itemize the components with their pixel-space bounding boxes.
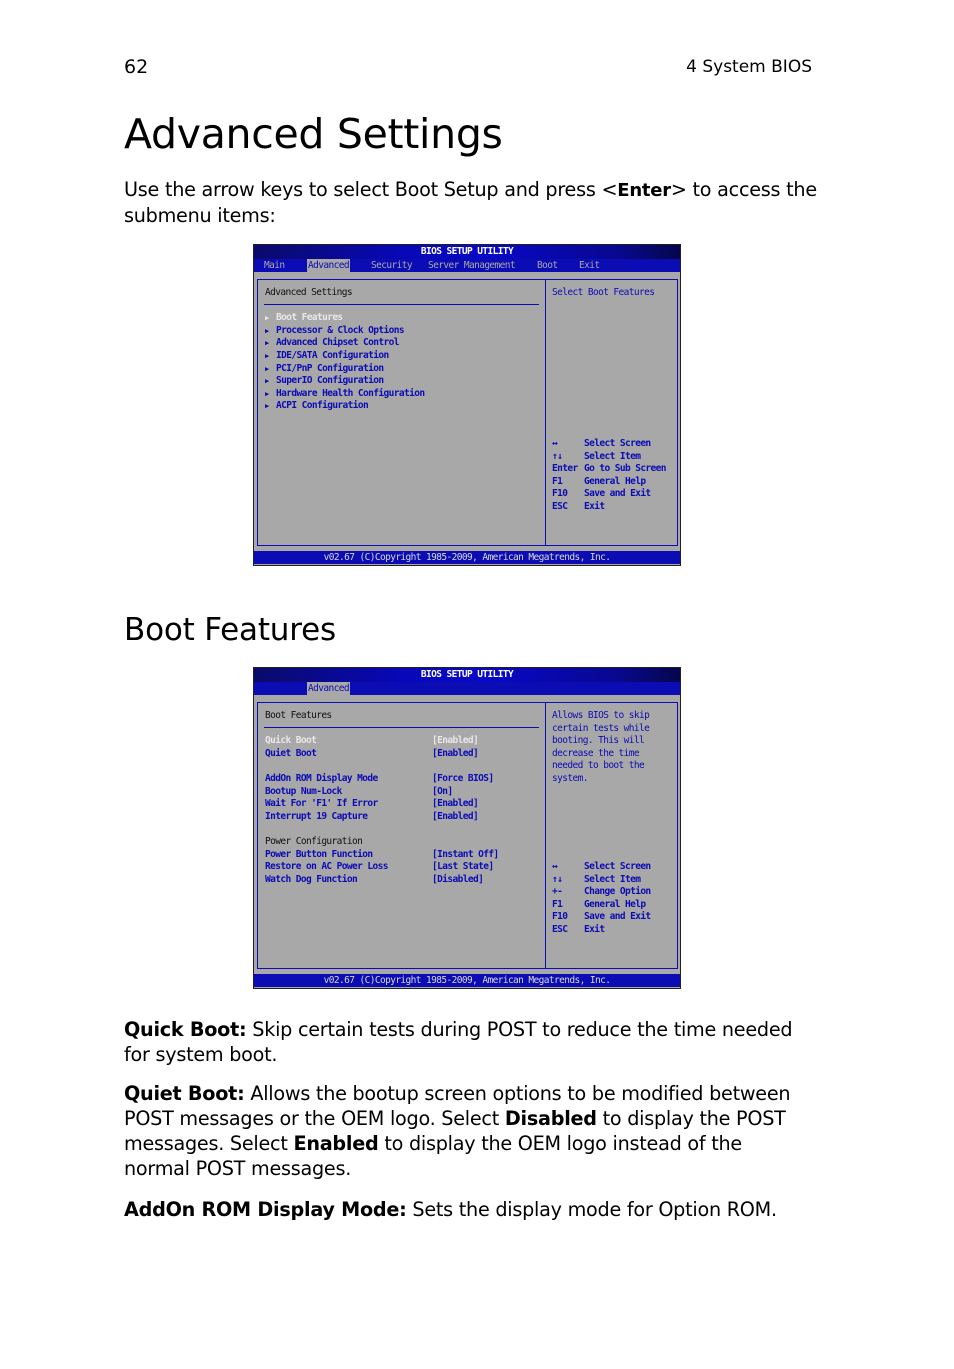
key-legend-row: F1 General Help (552, 476, 646, 487)
key-legend-row: ↔ Select Screen (552, 438, 651, 449)
submenu-arrow-icon: ▶ (265, 377, 269, 385)
term-addon-rom: AddOn ROM Display Mode: (124, 1198, 407, 1221)
submenu-arrow-icon: ▶ (265, 327, 269, 335)
bios-help-text: Select Boot Features (552, 287, 655, 298)
submenu-arrow-icon: ▶ (265, 365, 269, 373)
left-right-arrow-icon: ↔ (552, 861, 558, 872)
bios-submenu-pci-pnp[interactable]: ▶ PCI/PnP Configuration (265, 363, 384, 374)
bios-value-watch-dog[interactable]: [Disabled] (432, 874, 484, 885)
bios-value-addon-rom[interactable]: [Force BIOS] (432, 773, 494, 784)
bios-copyright-footer: v02.67 (C)Copyright 1985-2009, American … (254, 974, 680, 987)
bios-menu-server-management[interactable]: Server Management (428, 259, 516, 272)
bios-screenshot-advanced: BIOS SETUP UTILITY Main Advanced Securit… (253, 244, 681, 566)
bios-setting-num-lock[interactable]: Bootup Num-Lock (265, 786, 342, 797)
term-quick-boot: Quick Boot: (124, 1018, 247, 1041)
bios-help-line: booting. This will (552, 735, 645, 746)
submenu-arrow-icon: ▶ (265, 339, 269, 347)
bios-help-line: system. (552, 773, 588, 784)
description-quick-boot: Quick Boot: Skip certain tests during PO… (124, 1018, 793, 1066)
key-legend-row: F10 Save and Exit (552, 488, 651, 499)
key-legend-row: F10 Save and Exit (552, 911, 651, 922)
intro-text-pre: Use the arrow keys to select Boot Setup … (124, 178, 618, 201)
bios-help-panel: Select Boot Features ↔ Select Screen ↑↓ Se… (545, 279, 678, 546)
bios-help-line: decrease the time (552, 748, 640, 759)
bios-menubar: Main Advanced Security Server Management… (254, 259, 680, 272)
plus-minus-icon: +- (552, 886, 563, 897)
key-legend-row: ↑↓ Select Item (552, 451, 641, 462)
key-legend-row: F1 General Help (552, 899, 646, 910)
up-down-arrow-icon: ↑↓ (552, 874, 563, 885)
chapter-header: 4 System BIOS (686, 57, 812, 77)
bios-value-wait-f1[interactable]: [Enabled] (432, 798, 479, 809)
bios-setting-quiet-boot[interactable]: Quiet Boot (265, 748, 317, 759)
bios-setting-power-button[interactable]: Power Button Function (265, 849, 373, 860)
term-disabled: Disabled (504, 1107, 597, 1130)
bios-setting-interrupt-19[interactable]: Interrupt 19 Capture (265, 811, 368, 822)
bios-submenu-boot-features[interactable]: ▶ Boot Features (265, 312, 343, 323)
bios-heading-divider (264, 304, 539, 305)
section-title-boot-features: Boot Features (124, 612, 336, 648)
bios-value-quiet-boot[interactable]: [Enabled] (432, 748, 479, 759)
bios-setting-watch-dog[interactable]: Watch Dog Function (265, 874, 358, 885)
bios-value-restore-ac[interactable]: [Last State] (432, 861, 494, 872)
bios-help-line: certain tests while (552, 723, 650, 734)
bios-submenu-superio[interactable]: ▶ SuperIO Configuration (265, 375, 384, 386)
bios-value-num-lock[interactable]: [On] (432, 786, 453, 797)
key-legend-row: ↔ Select Screen (552, 861, 651, 872)
bios-power-config-heading: Power Configuration (265, 836, 363, 847)
bios-submenu-acpi[interactable]: ▶ ACPI Configuration (265, 400, 369, 411)
up-down-arrow-icon: ↑↓ (552, 451, 563, 462)
bios-panel-heading: Advanced Settings (265, 287, 353, 298)
bios-value-quick-boot[interactable]: [Enabled] (432, 735, 479, 746)
key-legend-row: ESC Exit (552, 924, 605, 935)
intro-key: Enter (617, 180, 671, 201)
bios-submenu-processor-clock[interactable]: ▶ Processor & Clock Options (265, 325, 405, 336)
bios-main-panel: Boot Features Quick Boot [Enabled] Quiet… (257, 702, 545, 969)
bios-help-panel: Allows BIOS to skip certain tests while … (545, 702, 678, 969)
description-addon-rom: AddOn ROM Display Mode: Sets the display… (124, 1198, 777, 1221)
bios-heading-divider (264, 727, 539, 728)
bios-main-panel: Advanced Settings ▶ Boot Features ▶ Proces… (257, 279, 545, 546)
bios-menu-advanced[interactable]: Advanced (307, 682, 350, 695)
term-quiet-boot: Quiet Boot: (124, 1082, 245, 1105)
bios-submenu-hardware-health[interactable]: ▶ Hardware Health Configuration (265, 388, 425, 399)
bios-title-bar: BIOS SETUP UTILITY (254, 668, 680, 682)
key-legend-row: Enter Go to Sub Screen (552, 463, 667, 474)
key-legend-row: +- Change Option (552, 886, 651, 897)
bios-help-line: Allows BIOS to skip (552, 710, 650, 721)
bios-value-interrupt-19[interactable]: [Enabled] (432, 811, 479, 822)
page-title: Advanced Settings (124, 110, 503, 158)
bios-menu-security[interactable]: Security (371, 259, 413, 272)
page-number: 62 (124, 56, 149, 78)
bios-submenu-chipset[interactable]: ▶ Advanced Chipset Control (265, 337, 399, 348)
submenu-arrow-icon: ▶ (265, 390, 269, 398)
bios-title-bar: BIOS SETUP UTILITY (254, 245, 680, 259)
bios-menu-exit[interactable]: Exit (579, 259, 600, 272)
bios-menu-main[interactable]: Main (264, 259, 285, 272)
intro-paragraph: Use the arrow keys to select Boot Setup … (124, 177, 824, 228)
bios-panel-heading: Boot Features (265, 710, 332, 721)
description-quiet-boot: Quiet Boot: Allows the bootup screen opt… (124, 1082, 791, 1180)
intro-text-line2: submenu items: (124, 204, 276, 227)
term-enabled: Enabled (293, 1132, 379, 1155)
bios-setting-quick-boot[interactable]: Quick Boot (265, 735, 317, 746)
left-right-arrow-icon: ↔ (552, 438, 558, 449)
key-legend-row: ESC Exit (552, 501, 605, 512)
bios-setting-wait-f1[interactable]: Wait For 'F1' If Error (265, 798, 378, 809)
submenu-arrow-icon: ▶ (265, 314, 269, 322)
bios-menu-boot[interactable]: Boot (537, 259, 558, 272)
key-legend-row: ↑↓ Select Item (552, 874, 641, 885)
intro-text-post: > to access the (670, 178, 817, 201)
submenu-arrow-icon: ▶ (265, 402, 269, 410)
bios-submenu-ide-sata[interactable]: ▶ IDE/SATA Configuration (265, 350, 389, 361)
submenu-arrow-icon: ▶ (265, 352, 269, 360)
bios-setting-restore-ac[interactable]: Restore on AC Power Loss (265, 861, 388, 872)
bios-value-power-button[interactable]: [Instant Off] (432, 849, 499, 860)
bios-copyright-footer: v02.67 (C)Copyright 1985-2009, American … (254, 551, 680, 564)
bios-setting-addon-rom[interactable]: AddOn ROM Display Mode (265, 773, 378, 784)
bios-menu-advanced[interactable]: Advanced (307, 259, 350, 272)
bios-help-line: needed to boot the (552, 760, 645, 771)
bios-screenshot-boot-features: BIOS SETUP UTILITY Advanced Boot Feature… (253, 667, 681, 989)
bios-menubar: Advanced (254, 682, 680, 695)
